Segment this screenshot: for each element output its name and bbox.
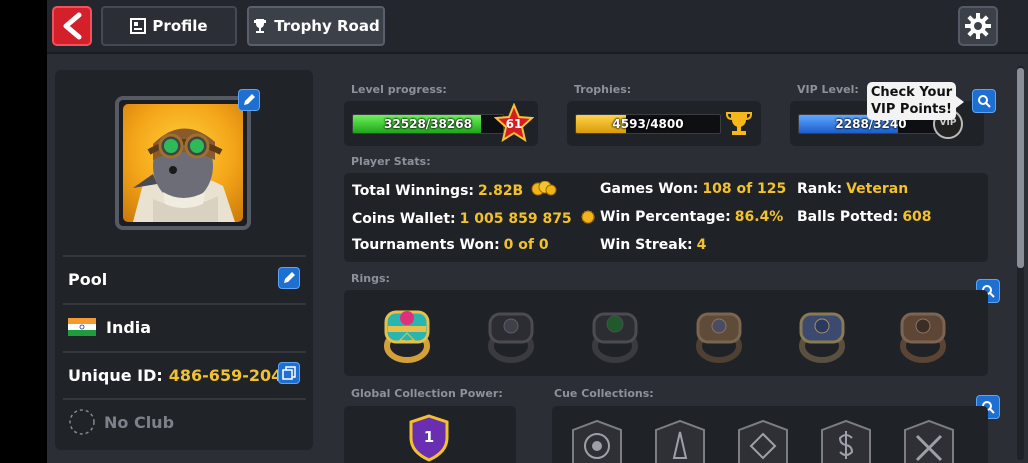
- level-progress-box: 32528/38268 61: [344, 101, 538, 146]
- green-ring-icon[interactable]: [584, 302, 646, 364]
- tab-trophy-road-label: Trophy Road: [274, 17, 380, 35]
- scrollbar[interactable]: [1017, 66, 1024, 460]
- win-percentage-label: Win Percentage:: [600, 209, 731, 225]
- trophies-bar: 4593/4800: [575, 114, 721, 134]
- tab-profile[interactable]: Profile: [101, 6, 237, 46]
- level-progress-label: Level progress:: [351, 83, 447, 96]
- edit-avatar-button[interactable]: [238, 89, 260, 111]
- bronze-ring-icon[interactable]: [688, 302, 750, 364]
- crossed-swords-collection-icon[interactable]: [899, 418, 959, 463]
- global-collection-box: 1: [344, 406, 516, 463]
- name-row: Pool: [63, 255, 306, 301]
- back-button[interactable]: [52, 6, 92, 46]
- coins-wallet-value: 1 005 859 875: [459, 211, 572, 227]
- country-name: India: [106, 317, 152, 337]
- pencil-icon: [284, 272, 295, 283]
- rank-stat: Rank: Veteran: [797, 181, 908, 197]
- back-arrow-icon: [63, 12, 82, 40]
- level-progress-text: 32528/38268: [384, 117, 472, 131]
- coins-wallet-stat: Coins Wallet: 1 005 859 875: [352, 209, 596, 227]
- win-streak-value: 4: [696, 237, 707, 253]
- profile-card-icon: [130, 18, 147, 34]
- trophies-label: Trophies:: [574, 83, 632, 96]
- win-streak-label: Win Streak:: [600, 237, 693, 253]
- settings-button[interactable]: [958, 6, 998, 46]
- coin-icon: [580, 210, 595, 224]
- rings-box: [344, 290, 988, 376]
- balls-potted-value: 608: [902, 209, 932, 225]
- player-stats-label: Player Stats:: [351, 155, 431, 168]
- rank-value: Veteran: [846, 181, 909, 197]
- balls-potted-label: Balls Potted:: [797, 209, 899, 225]
- profile-panel: Pool India Unique ID: 486-659-204-9 No C…: [55, 70, 313, 450]
- trophies-box: 4593/4800: [567, 101, 761, 146]
- pencil-icon: [244, 94, 255, 105]
- player-name: Pool: [68, 269, 108, 289]
- avatar: [123, 104, 243, 222]
- trophies-text: 4593/4800: [612, 117, 684, 131]
- tab-profile-label: Profile: [152, 17, 208, 35]
- rings-label: Rings:: [351, 272, 390, 285]
- berlin-legend-ring-icon[interactable]: [376, 302, 438, 364]
- coin-stack-icon: [531, 180, 557, 196]
- copper-ring-icon[interactable]: [892, 302, 954, 364]
- total-winnings-label: Total Winnings:: [352, 183, 475, 199]
- cue-collections-label: Cue Collections:: [554, 387, 654, 400]
- club-row[interactable]: No Club: [63, 398, 306, 444]
- copy-id-button[interactable]: [278, 362, 300, 384]
- coins-wallet-label: Coins Wallet:: [352, 211, 456, 227]
- games-won-value: 108 of 125: [702, 181, 787, 197]
- vip-tooltip[interactable]: Check Your VIP Points!: [867, 82, 964, 120]
- trophy-icon: [254, 19, 267, 33]
- dashed-circle-icon: [69, 409, 95, 435]
- total-winnings-value: 2.82B: [478, 183, 524, 199]
- pigeon-pilot-avatar: [133, 128, 235, 222]
- search-icon: [978, 95, 991, 108]
- total-winnings-stat: Total Winnings: 2.82B: [352, 180, 557, 199]
- copy-icon: [282, 366, 296, 380]
- avatar-frame[interactable]: [115, 96, 251, 230]
- win-percentage-value: 86.4%: [734, 209, 784, 225]
- level-progress-bar: 32528/38268: [352, 114, 504, 134]
- tournaments-won-stat: Tournaments Won: 0 of 0: [352, 237, 549, 253]
- global-collection-label: Global Collection Power:: [351, 387, 503, 400]
- tab-trophy-road[interactable]: Trophy Road: [247, 6, 385, 46]
- edit-name-button[interactable]: [278, 267, 300, 289]
- balls-potted-stat: Balls Potted: 608: [797, 209, 932, 225]
- vip-search-button[interactable]: [972, 89, 996, 113]
- vip-tooltip-line1: Check Your: [870, 85, 953, 100]
- country-row: India: [63, 303, 306, 349]
- unique-id-label: Unique ID:: [68, 365, 163, 385]
- dollar-collection-icon[interactable]: [816, 418, 876, 463]
- tournaments-won-value: 0 of 0: [503, 237, 549, 253]
- win-streak-stat: Win Streak: 4: [600, 237, 706, 253]
- blue-gold-ring-icon[interactable]: [791, 302, 853, 364]
- win-percentage-stat: Win Percentage: 86.4%: [600, 209, 783, 225]
- rank-label: Rank:: [797, 181, 843, 197]
- profile-screen: Profile Trophy Road Pool India Unique ID…: [47, 0, 1028, 463]
- tournaments-won-label: Tournaments Won:: [352, 237, 500, 253]
- level-number: 61: [505, 117, 523, 131]
- scrollbar-thumb[interactable]: [1017, 68, 1024, 268]
- dark-ring-icon[interactable]: [480, 302, 542, 364]
- trophy-icon: [726, 112, 752, 135]
- eight-ball-collection-icon[interactable]: [567, 418, 627, 463]
- landmark-collection-icon[interactable]: [650, 418, 710, 463]
- vip-level-label: VIP Level:: [797, 83, 859, 96]
- india-flag-icon: [68, 318, 96, 336]
- gear-icon: [965, 13, 991, 39]
- games-won-label: Games Won:: [600, 181, 699, 197]
- cue-collections-box: [552, 406, 988, 463]
- games-won-stat: Games Won: 108 of 125: [600, 181, 786, 197]
- vip-tooltip-line2: VIP Points!: [870, 102, 952, 117]
- player-stats-box: Total Winnings: 2.82B Coins Wallet: 1 005 …: [344, 173, 988, 262]
- global-collection-value: 1: [423, 428, 435, 446]
- unique-id-row: Unique ID: 486-659-204-9: [63, 351, 306, 397]
- club-name: No Club: [104, 412, 175, 432]
- top-bar: Profile Trophy Road: [47, 0, 1028, 54]
- diamond-collection-icon[interactable]: [733, 418, 793, 463]
